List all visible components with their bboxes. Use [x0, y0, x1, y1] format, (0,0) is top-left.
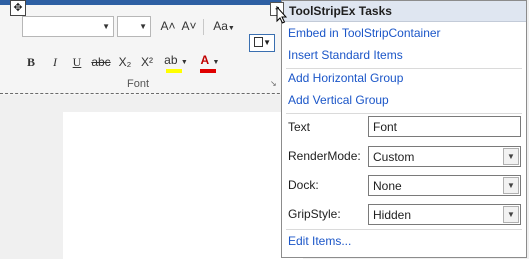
- move-handle-icon[interactable]: ✥: [10, 0, 26, 16]
- bold-label: B: [26, 55, 35, 69]
- subscript-button[interactable]: X₂: [116, 53, 134, 71]
- mouse-cursor-icon: [276, 6, 287, 24]
- panel-header: ToolStripEx Tasks: [282, 1, 526, 22]
- font-color-bar: [200, 69, 216, 73]
- divider: [286, 68, 522, 69]
- font-family-combo[interactable]: ▼: [22, 16, 114, 37]
- render-mode-value: Custom: [373, 150, 415, 164]
- strikethrough-button[interactable]: abc: [90, 53, 112, 71]
- chevron-down-icon[interactable]: ▼: [503, 148, 519, 165]
- italic-label: I: [53, 55, 57, 69]
- font-group-label: Font: [126, 78, 149, 90]
- edit-items-link[interactable]: Edit Items...: [288, 234, 351, 248]
- add-horizontal-group-link[interactable]: Add Horizontal Group: [288, 71, 403, 85]
- chevron-down-icon: ▼: [102, 22, 110, 31]
- highlight-button[interactable]: ab ▼: [164, 51, 188, 73]
- chevron-down-icon[interactable]: ▼: [503, 177, 519, 194]
- render-mode-label: RenderMode:: [288, 149, 361, 163]
- embed-in-container-link[interactable]: Embed in ToolStripContainer: [288, 26, 441, 40]
- dock-select[interactable]: None ▼: [368, 175, 521, 196]
- chevron-down-icon: ▼: [212, 59, 220, 66]
- bold-button[interactable]: B: [24, 53, 38, 71]
- dock-label: Dock:: [288, 178, 319, 192]
- change-case-label: Aa: [213, 19, 228, 33]
- panel-title: ToolStripEx Tasks: [289, 4, 392, 18]
- dock-value: None: [373, 179, 402, 193]
- clipboard-icon: [254, 37, 263, 48]
- highlight-color-bar: [166, 69, 182, 73]
- form-canvas: [63, 112, 303, 259]
- grip-style-value: Hidden: [373, 208, 412, 222]
- change-case-button[interactable]: Aa▼: [210, 17, 238, 38]
- font-size-combo[interactable]: ▼: [117, 16, 151, 37]
- italic-button[interactable]: I: [48, 53, 62, 71]
- render-mode-select[interactable]: Custom ▼: [368, 146, 521, 167]
- insert-standard-items-link[interactable]: Insert Standard Items: [288, 48, 403, 62]
- font-color-label: A: [200, 53, 210, 67]
- font-color-button[interactable]: A ▼: [198, 51, 222, 73]
- dialog-launcher-icon[interactable]: ↘: [270, 79, 278, 88]
- ribbon-separator: [203, 19, 204, 35]
- paste-dropdown-button[interactable]: ▼: [249, 34, 275, 52]
- divider: [286, 229, 522, 230]
- text-label: Text: [288, 120, 311, 134]
- chevron-down-icon: ▼: [180, 59, 188, 66]
- text-input[interactable]: [368, 116, 521, 137]
- highlight-label: ab: [164, 53, 178, 67]
- chevron-down-icon: ▼: [139, 22, 147, 31]
- shrink-font-button[interactable]: A˅: [181, 17, 197, 35]
- grow-font-button[interactable]: A˄: [160, 17, 176, 35]
- add-vertical-group-link[interactable]: Add Vertical Group: [288, 93, 389, 107]
- superscript-button[interactable]: X²: [138, 53, 156, 71]
- grip-style-select[interactable]: Hidden ▼: [368, 204, 521, 225]
- grip-style-label: GripStyle:: [288, 207, 341, 221]
- underline-button[interactable]: U: [70, 53, 84, 71]
- underline-label: U: [72, 55, 82, 69]
- smart-tag-panel: ToolStripEx Tasks Embed in ToolStripCont…: [281, 0, 527, 258]
- chevron-down-icon: ▼: [227, 25, 235, 32]
- divider: [286, 113, 522, 114]
- chevron-down-icon[interactable]: ▼: [503, 206, 519, 223]
- chevron-down-icon: ▼: [263, 38, 271, 47]
